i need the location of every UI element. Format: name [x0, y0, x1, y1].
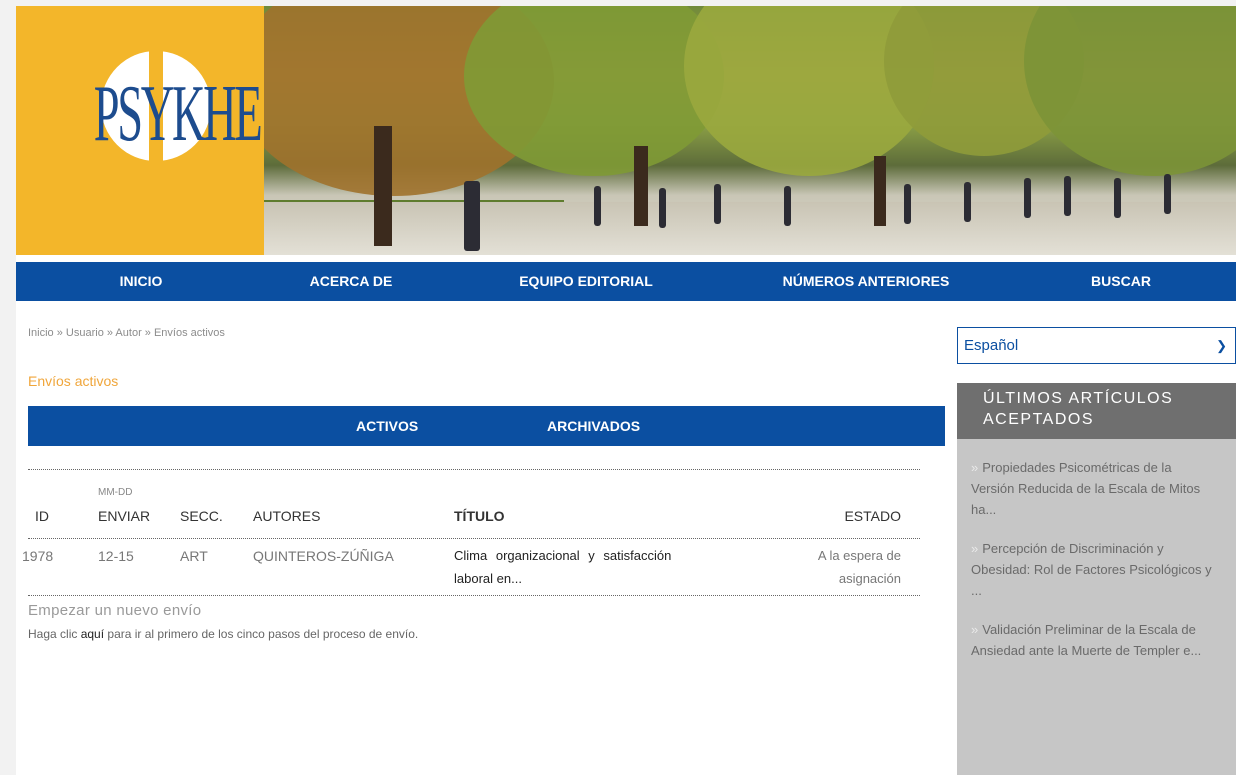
- new-submission-prefix: Haga clic: [28, 627, 78, 641]
- latest-articles-list: » Propiedades Psicométricas de la Versión…: [957, 439, 1236, 775]
- site-logo[interactable]: PSYKHE: [16, 6, 264, 255]
- person: [1114, 178, 1121, 218]
- latest-articles-heading: ÚLTIMOS ARTÍCULOS ACEPTADOS: [957, 383, 1236, 449]
- col-header-secc[interactable]: SECC.: [180, 508, 223, 524]
- col-header-estado[interactable]: ESTADO: [806, 508, 901, 524]
- table-top-rule: [28, 469, 920, 470]
- chevron-down-icon: ❯: [1216, 338, 1227, 353]
- latest-articles-heading-line1: ÚLTIMOS ARTÍCULOS: [983, 390, 1174, 407]
- nav-item-inicio[interactable]: INICIO: [76, 262, 206, 301]
- date-format-label: MM-DD: [98, 487, 133, 498]
- person: [464, 181, 480, 251]
- tab-activos[interactable]: ACTIVOS: [356, 406, 418, 446]
- list-item[interactable]: » Propiedades Psicométricas de la Versión…: [971, 457, 1216, 520]
- bullet-icon: »: [971, 460, 979, 475]
- bullet-icon: »: [971, 622, 979, 637]
- new-submission-suffix: para ir al primero de los cinco pasos de…: [107, 627, 419, 641]
- new-submission-link[interactable]: aquí: [81, 627, 104, 641]
- article-title: Validación Preliminar de la Escala de An…: [971, 622, 1202, 658]
- table-header-rule: [28, 538, 920, 539]
- new-submission-text: Haga clic aquí para ir al primero de los…: [28, 627, 418, 641]
- cell-autores: QUINTEROS-ZÚÑIGA: [253, 548, 394, 564]
- cell-estado: A la espera de: [817, 548, 901, 563]
- person: [964, 182, 971, 222]
- page-title: Envíos activos: [28, 373, 119, 389]
- nav-item-numeros-anteriores[interactable]: NÚMEROS ANTERIORES: [751, 262, 981, 301]
- person: [1064, 176, 1071, 216]
- col-header-id: ID: [35, 508, 49, 524]
- plaza: [264, 202, 1236, 255]
- table-bottom-rule: [28, 595, 920, 596]
- list-item[interactable]: » Validación Preliminar de la Escala de A…: [971, 619, 1216, 661]
- person: [594, 186, 601, 226]
- nav-item-buscar[interactable]: BUSCAR: [1056, 262, 1186, 301]
- col-header-autores[interactable]: AUTORES: [253, 508, 320, 524]
- person: [714, 184, 721, 224]
- col-header-enviar[interactable]: ENVIAR: [98, 508, 150, 524]
- cell-enviar: 12-15: [98, 548, 134, 564]
- cell-id: 1978: [22, 548, 54, 564]
- tree-trunk: [874, 156, 886, 226]
- cell-titulo-link[interactable]: Clima organizacional y satisfacción: [454, 548, 671, 563]
- person: [659, 188, 666, 228]
- submission-tabs: ACTIVOS ARCHIVADOS: [28, 406, 945, 446]
- tab-archivados[interactable]: ARCHIVADOS: [547, 406, 640, 446]
- cell-secc: ART: [180, 548, 208, 564]
- breadcrumb[interactable]: Inicio » Usuario » Autor » Envíos activo…: [28, 327, 225, 339]
- page: PSYKHE INICIO ACERCA DE EQUIPO EDITORIAL…: [16, 6, 1236, 775]
- cell-estado-cont: asignación: [838, 571, 901, 586]
- person: [784, 186, 791, 226]
- header-photo: [264, 6, 1236, 255]
- tree-trunk: [634, 146, 648, 226]
- new-submission-heading: Empezar un nuevo envío: [28, 602, 202, 619]
- list-item[interactable]: » Percepción de Discriminación y Obesidad…: [971, 538, 1216, 601]
- article-title: Propiedades Psicométricas de la Versión …: [971, 460, 1201, 517]
- col-header-titulo[interactable]: TÍTULO: [454, 508, 505, 524]
- main-nav: INICIO ACERCA DE EQUIPO EDITORIAL NÚMERO…: [16, 262, 1236, 301]
- article-title: Percepción de Discriminación y Obesidad:…: [971, 541, 1212, 598]
- bullet-icon: »: [971, 541, 979, 556]
- logo-text: PSYKHE: [93, 70, 263, 158]
- nav-item-acerca-de[interactable]: ACERCA DE: [276, 262, 426, 301]
- language-selected: Español: [964, 337, 1019, 354]
- person: [1164, 174, 1171, 214]
- person: [904, 184, 911, 224]
- latest-articles-heading-line2: ACEPTADOS: [983, 411, 1094, 428]
- tree-trunk: [374, 126, 392, 246]
- cell-titulo-link-cont[interactable]: laboral en...: [454, 571, 522, 586]
- site-header: PSYKHE: [16, 6, 1236, 255]
- language-select[interactable]: Español ❯: [957, 327, 1236, 364]
- person: [1024, 178, 1031, 218]
- nav-item-equipo-editorial[interactable]: EQUIPO EDITORIAL: [486, 262, 686, 301]
- tree-canopy: [1024, 6, 1236, 176]
